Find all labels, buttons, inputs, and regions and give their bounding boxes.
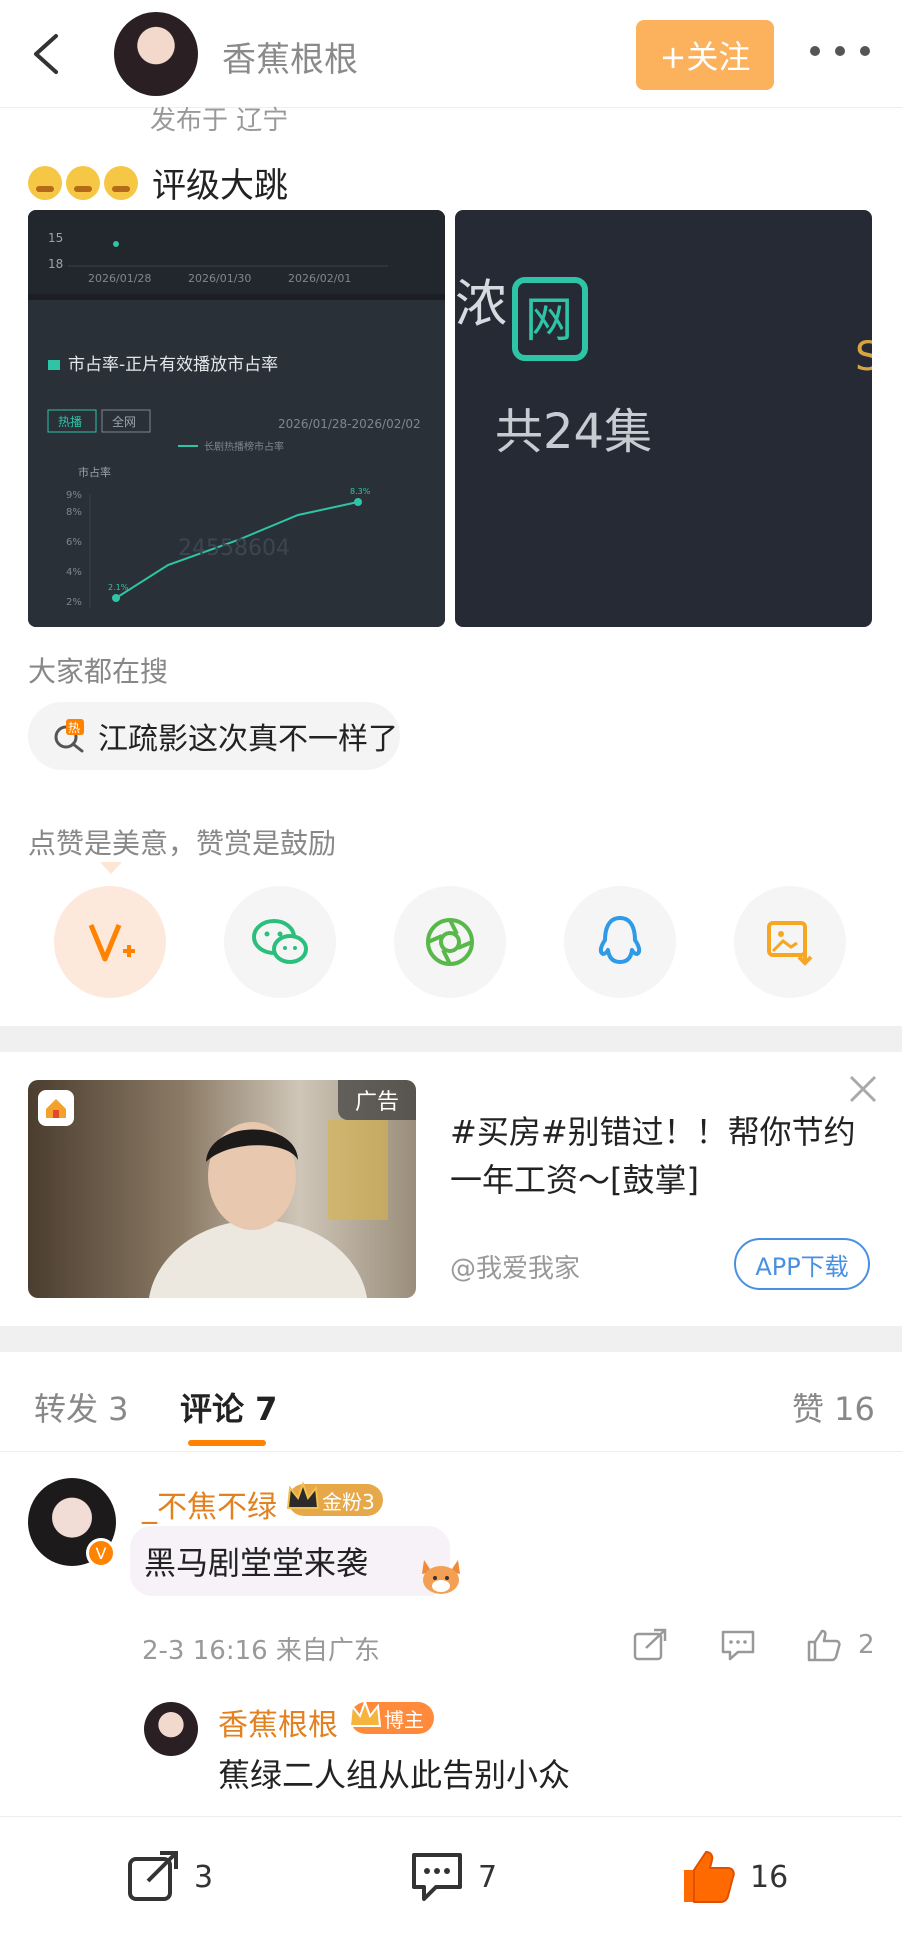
anxious-face-emoji-icon — [104, 165, 138, 200]
svg-text:热: 热 — [68, 721, 80, 735]
ad-tag: 广告 — [338, 1080, 416, 1120]
wechat-icon[interactable] — [224, 886, 336, 998]
trending-search-chip[interactable]: 热 江疏影这次真不一样了 — [28, 702, 400, 770]
y-tick: 8% — [66, 507, 82, 518]
post-image-chart[interactable]: 15 18 2026/01/28 2026/01/30 2026/02/01 市… — [28, 210, 445, 627]
fan-badge: 金粉3 — [286, 1481, 383, 1516]
post-text-line: 评级大跳 — [28, 158, 288, 207]
chart-y-label: 市占率 — [78, 465, 111, 479]
y-tick: 6% — [66, 537, 82, 548]
reply-avatar[interactable] — [144, 1702, 198, 1756]
author-name[interactable]: 香蕉根根 — [222, 32, 358, 81]
qq-icon[interactable] — [564, 886, 676, 998]
ad-source[interactable]: @我爱我家 — [450, 1248, 580, 1285]
comment-text[interactable]: 黑马剧堂堂来袭 — [144, 1538, 368, 1584]
post-text: 评级大跳 — [152, 166, 288, 206]
reward-v-plus-icon[interactable] — [54, 886, 166, 998]
svg-text:浓: 浓 — [455, 275, 507, 335]
back-arrow-icon[interactable] — [26, 30, 66, 78]
anxious-face-emoji-icon — [66, 165, 100, 200]
ad-text[interactable]: #买房#别错过！！帮你节约一年工资～[鼓掌] — [450, 1108, 870, 1204]
reply-comment-icon[interactable] — [720, 1628, 756, 1662]
ad-image[interactable]: 广告 — [28, 1080, 416, 1298]
poster-screenshot: 浓 网 共24集 S — [455, 275, 872, 460]
tab-repost[interactable]: 转发 3 — [34, 1384, 129, 1430]
crown-icon — [286, 1481, 320, 1509]
watermark: 24558604 — [178, 536, 290, 561]
section-divider — [0, 1026, 902, 1052]
tip-pointer — [100, 862, 122, 874]
start-value-label: 2.1% — [108, 583, 129, 592]
repost-icon — [128, 1851, 178, 1901]
chart-date-range: 2026/01/28-2026/02/02 — [278, 417, 421, 431]
chart-screenshot: 15 18 2026/01/28 2026/01/30 2026/02/01 市… — [28, 210, 445, 627]
comment-time-location: 2-3 16:16 来自广东 — [142, 1636, 380, 1666]
svg-text:S: S — [855, 334, 872, 380]
comment-like-count: 2 — [858, 1630, 875, 1660]
ad-brand-logo-icon — [38, 1090, 74, 1126]
end-value-label: 8.3% — [350, 487, 371, 496]
share-actions — [54, 886, 848, 998]
chart-legend: 长剧热播榜市占率 — [204, 440, 284, 453]
poster-label: 网 — [525, 292, 573, 348]
anxious-face-emoji-icon — [28, 165, 62, 200]
top-y-tick: 15 — [48, 231, 63, 245]
y-tick: 4% — [66, 567, 82, 578]
trending-search-title: 大家都在搜 — [28, 655, 169, 688]
moments-icon[interactable] — [394, 886, 506, 998]
reply-author-name[interactable]: 香蕉根根 — [218, 1700, 338, 1744]
follow-button[interactable]: +关注 — [636, 20, 774, 90]
top-x-tick: 2026/01/30 — [188, 272, 251, 285]
more-options-icon[interactable] — [810, 46, 870, 62]
save-image-icon[interactable] — [734, 886, 846, 998]
chart-tag: 全网 — [112, 414, 136, 429]
publish-location: 发布于 辽宁 — [150, 106, 289, 136]
repost-count: 3 — [194, 1859, 214, 1895]
comment-icon — [412, 1853, 462, 1901]
chart-tag: 热播 — [58, 415, 82, 429]
like-count: 16 — [750, 1859, 789, 1895]
chart-section-title: 市占率-正片有效播放市占率 — [68, 355, 278, 375]
app-download-button[interactable]: APP下载 — [734, 1238, 870, 1290]
like-comment-icon[interactable] — [806, 1628, 842, 1662]
tab-comment[interactable]: 评论 7 — [180, 1384, 277, 1430]
interaction-tabs: 转发 3 评论 7 赞 16 — [0, 1356, 902, 1452]
thumbs-up-icon — [684, 1851, 735, 1903]
close-ad-icon[interactable] — [846, 1072, 880, 1106]
author-avatar[interactable] — [114, 12, 198, 96]
episode-count: 共24集 — [495, 404, 652, 460]
repost-button[interactable]: 3 — [126, 1847, 213, 1907]
section-divider — [0, 1326, 902, 1352]
tab-like[interactable]: 赞 16 — [792, 1384, 875, 1430]
blogger-badge: 博主 — [348, 1699, 434, 1734]
y-tick: 2% — [66, 597, 82, 608]
y-tick: 9% — [66, 490, 82, 501]
share-comment-icon[interactable] — [632, 1628, 668, 1662]
fox-sticker-icon — [422, 1560, 460, 1594]
top-x-tick: 2026/02/01 — [288, 272, 351, 285]
bottom-action-bar: 3 7 16 — [0, 1816, 902, 1944]
commenter-name[interactable]: _不焦不绿 — [142, 1482, 277, 1526]
active-tab-indicator — [188, 1440, 266, 1446]
top-x-tick: 2026/01/28 — [88, 272, 151, 285]
reward-tip: 点赞是美意，赞赏是鼓励 — [28, 827, 337, 860]
comment-button[interactable]: 7 — [408, 1847, 497, 1907]
top-y-tick: 18 — [48, 257, 63, 271]
trending-search-text: 江疏影这次真不一样了 — [98, 722, 398, 757]
top-nav-bar: 香蕉根根 +关注 — [0, 0, 902, 108]
comment-count: 7 — [478, 1859, 498, 1895]
verified-badge-icon: V — [86, 1538, 116, 1568]
hot-search-icon: 热 — [54, 719, 84, 753]
reply-text[interactable]: 蕉绿二人组从此告别小众 — [218, 1750, 570, 1796]
post-image-poster[interactable]: 浓 网 共24集 S — [455, 210, 872, 627]
like-button[interactable]: 16 — [680, 1847, 788, 1907]
crown-icon — [348, 1699, 382, 1727]
